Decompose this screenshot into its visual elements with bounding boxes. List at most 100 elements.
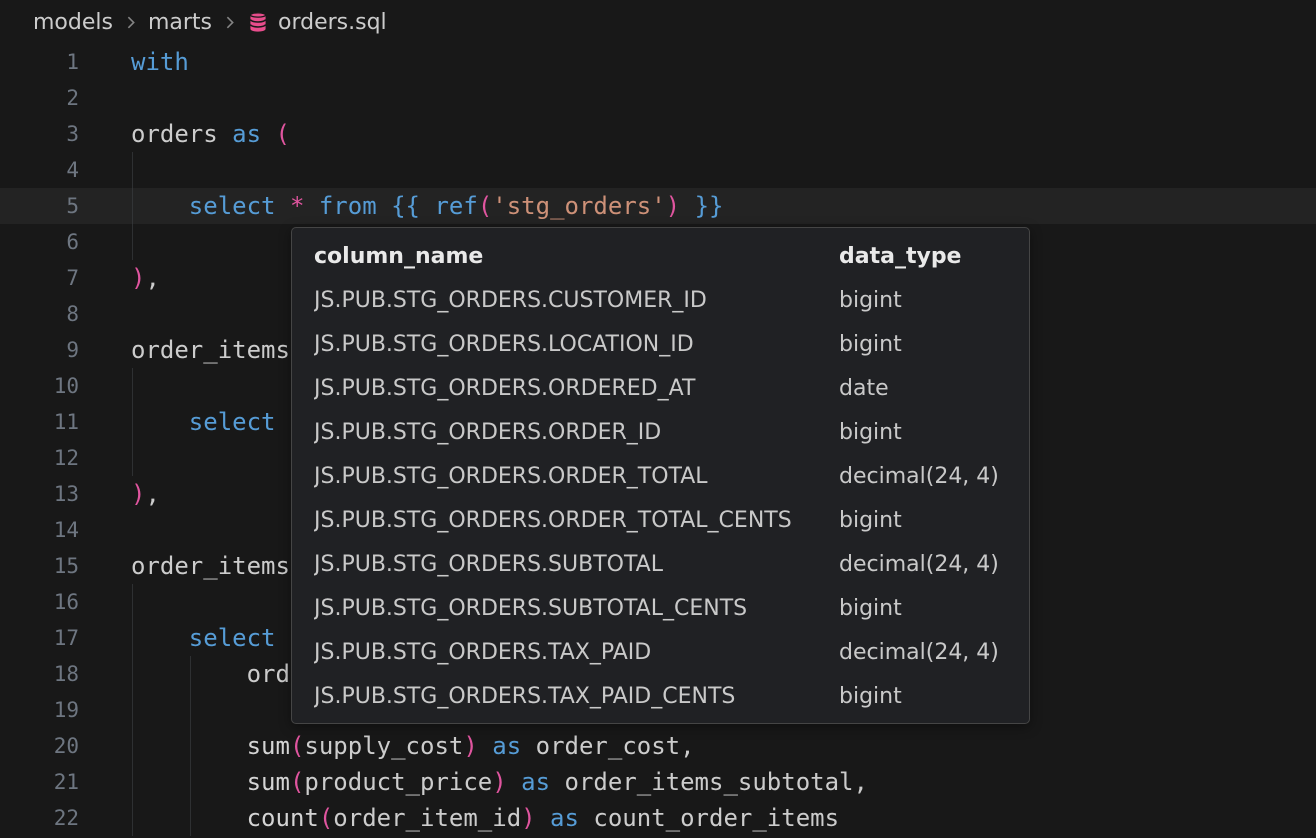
- line-number[interactable]: 10: [0, 368, 79, 404]
- line-number[interactable]: 18: [0, 656, 79, 692]
- popup-cell-data-type: bigint: [839, 498, 1007, 542]
- line-content[interactable]: [79, 224, 131, 260]
- database-icon: [247, 11, 269, 33]
- line-number[interactable]: 20: [0, 728, 79, 764]
- line-content[interactable]: [79, 512, 131, 548]
- line-number[interactable]: 15: [0, 548, 79, 584]
- token-ws: [478, 732, 492, 760]
- line-number[interactable]: 6: [0, 224, 79, 260]
- line-number[interactable]: 8: [0, 296, 79, 332]
- line-content[interactable]: order_items: [79, 548, 290, 584]
- code-line-22[interactable]: 22 count(order_item_id) as count_order_i…: [0, 800, 1316, 836]
- token-id: order_items_subtotal: [565, 768, 854, 796]
- token-ws: [131, 804, 247, 832]
- code-line-21[interactable]: 21 sum(product_price) as order_items_sub…: [0, 764, 1316, 800]
- line-content[interactable]: [79, 80, 131, 116]
- chevron-right-icon: [221, 14, 238, 31]
- popup-cell-column-name: JS.PUB.STG_ORDERS.CUSTOMER_ID: [314, 278, 839, 322]
- line-number[interactable]: 16: [0, 584, 79, 620]
- code-line-1[interactable]: 1 with: [0, 44, 1316, 80]
- token-ws: [550, 768, 564, 796]
- line-content[interactable]: [79, 152, 131, 188]
- line-content[interactable]: count(order_item_id) as count_order_item…: [79, 800, 839, 836]
- token-ws: [131, 660, 247, 688]
- line-number[interactable]: 11: [0, 404, 79, 440]
- line-content[interactable]: ord: [79, 656, 290, 692]
- code-line-5[interactable]: 5 select * from {{ ref('stg_orders') }}: [0, 188, 1316, 224]
- token-id: ,: [145, 480, 159, 508]
- popup-cell-column-name: JS.PUB.STG_ORDERS.ORDERED_AT: [314, 366, 839, 410]
- line-number[interactable]: 3: [0, 116, 79, 152]
- breadcrumb-item-marts[interactable]: marts: [148, 10, 212, 35]
- line-content[interactable]: ),: [79, 476, 160, 512]
- line-number[interactable]: 12: [0, 440, 79, 476]
- token-id: order_item_id: [333, 804, 521, 832]
- token-kw: with: [131, 48, 189, 76]
- popup-cell-column-name: JS.PUB.STG_ORDERS.SUBTOTAL: [314, 542, 839, 586]
- line-content[interactable]: sum(product_price) as order_items_subtot…: [79, 764, 868, 800]
- indent-guide: [132, 368, 133, 476]
- token-id: product_price: [304, 768, 492, 796]
- line-content[interactable]: select * from {{ ref('stg_orders') }}: [79, 188, 723, 224]
- token-paren: ): [131, 480, 145, 508]
- line-content[interactable]: [79, 440, 131, 476]
- popup-header-column_name: column_name: [314, 234, 839, 278]
- token-kw: select: [189, 408, 276, 436]
- line-number[interactable]: 5: [0, 188, 79, 224]
- line-content[interactable]: [79, 368, 131, 404]
- line-content[interactable]: order_items: [79, 332, 290, 368]
- token-ws: [131, 768, 247, 796]
- line-content[interactable]: [79, 584, 131, 620]
- popup-cell-column-name: JS.PUB.STG_ORDERS.TAX_PAID_CENTS: [314, 674, 839, 718]
- popup-cell-data-type: bigint: [839, 410, 1007, 454]
- token-id: ,: [145, 264, 159, 292]
- line-number[interactable]: 17: [0, 620, 79, 656]
- popup-cell-column-name: JS.PUB.STG_ORDERS.SUBTOTAL_CENTS: [314, 586, 839, 630]
- token-id: ,: [680, 732, 694, 760]
- code-line-20[interactable]: 20 sum(supply_cost) as order_cost,: [0, 728, 1316, 764]
- token-ws: [304, 192, 318, 220]
- token-fn: count: [247, 804, 319, 832]
- hover-popup[interactable]: column_namedata_typeJS.PUB.STG_ORDERS.CU…: [291, 227, 1030, 724]
- token-kw: from: [319, 192, 377, 220]
- popup-header-data_type: data_type: [839, 234, 1007, 278]
- line-content[interactable]: select: [79, 404, 276, 440]
- code-line-3[interactable]: 3orders as (: [0, 116, 1316, 152]
- line-content[interactable]: [79, 692, 131, 728]
- code-line-2[interactable]: 2: [0, 80, 1316, 116]
- line-number[interactable]: 19: [0, 692, 79, 728]
- line-content[interactable]: sum(supply_cost) as order_cost,: [79, 728, 695, 764]
- token-paren: ): [131, 264, 145, 292]
- line-number[interactable]: 2: [0, 80, 79, 116]
- token-paren: *: [290, 192, 304, 220]
- line-number[interactable]: 21: [0, 764, 79, 800]
- line-number[interactable]: 9: [0, 332, 79, 368]
- line-number[interactable]: 13: [0, 476, 79, 512]
- token-ws: [536, 804, 550, 832]
- token-paren: (: [276, 120, 290, 148]
- line-number[interactable]: 4: [0, 152, 79, 188]
- token-ws: [131, 408, 189, 436]
- line-content[interactable]: with: [79, 44, 189, 80]
- line-content[interactable]: select: [79, 620, 276, 656]
- token-ws: [276, 192, 290, 220]
- breadcrumb-item-models[interactable]: models: [33, 10, 113, 35]
- popup-cell-column-name: JS.PUB.STG_ORDERS.LOCATION_ID: [314, 322, 839, 366]
- token-ws: [377, 192, 391, 220]
- popup-cell-column-name: JS.PUB.STG_ORDERS.TAX_PAID: [314, 630, 839, 674]
- popup-cell-column-name: JS.PUB.STG_ORDERS.ORDER_TOTAL: [314, 454, 839, 498]
- token-paren: ): [666, 192, 680, 220]
- line-content[interactable]: [79, 296, 131, 332]
- line-number[interactable]: 14: [0, 512, 79, 548]
- token-id: order_items: [131, 552, 290, 580]
- token-str: 'stg_orders': [492, 192, 665, 220]
- breadcrumb-item-file[interactable]: orders.sql: [278, 10, 387, 35]
- code-line-4[interactable]: 4: [0, 152, 1316, 188]
- token-kw: select: [189, 192, 276, 220]
- line-content[interactable]: ),: [79, 260, 160, 296]
- line-number[interactable]: 1: [0, 44, 79, 80]
- token-kw: ref: [434, 192, 477, 220]
- line-number[interactable]: 7: [0, 260, 79, 296]
- line-number[interactable]: 22: [0, 800, 79, 836]
- line-content[interactable]: orders as (: [79, 116, 290, 152]
